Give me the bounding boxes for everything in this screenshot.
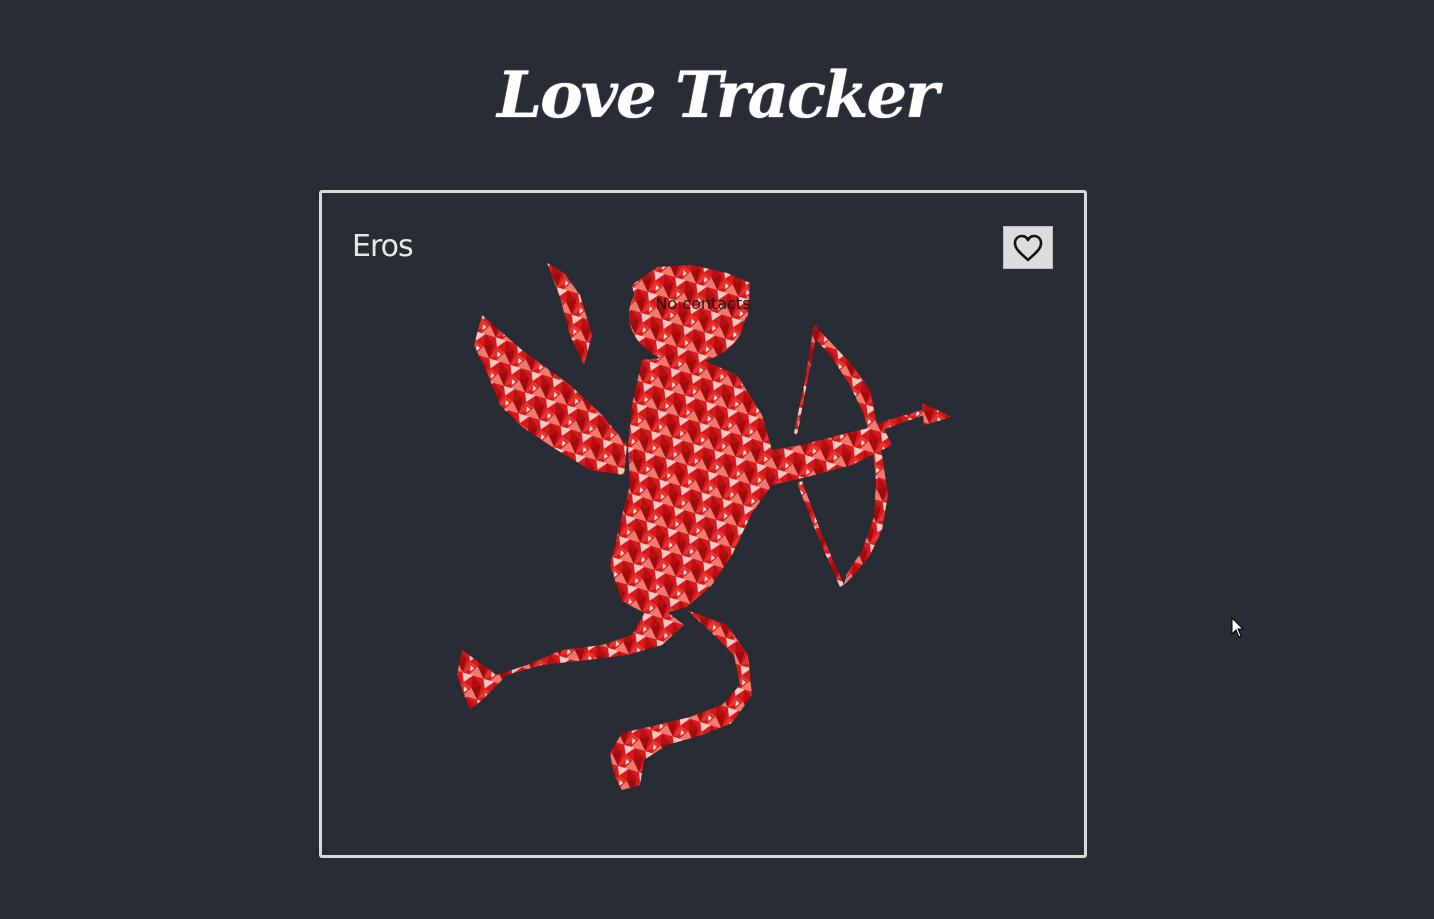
empty-contacts-message: No contacts [655, 294, 751, 313]
heart-icon [1013, 234, 1043, 261]
app-title: Love Tracker [497, 58, 939, 133]
contact-card: Eros No contacts [319, 190, 1087, 858]
card-name: Eros [352, 229, 414, 264]
favorite-button[interactable] [1003, 226, 1053, 269]
cupid-illustration [457, 263, 952, 790]
mouse-pointer-icon [1231, 617, 1245, 638]
